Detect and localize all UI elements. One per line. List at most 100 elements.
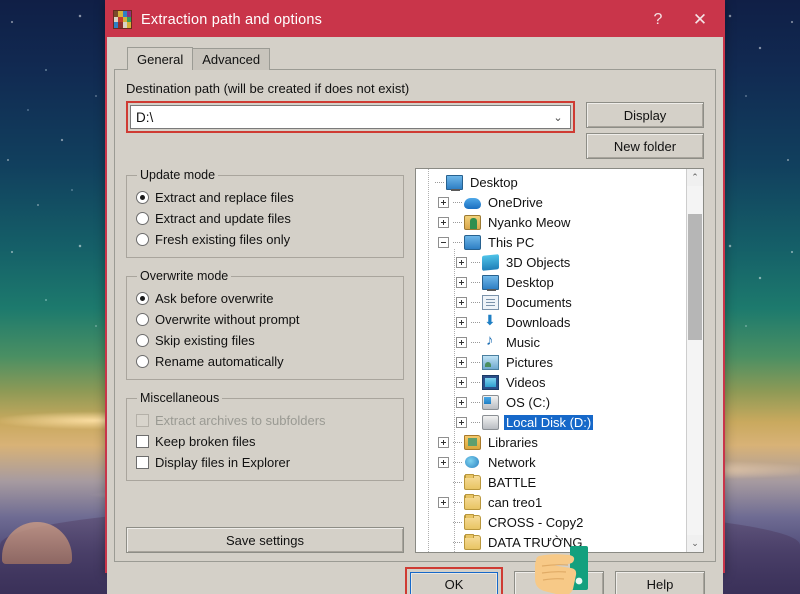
tree-item-desktop[interactable]: Desktop: [420, 272, 686, 292]
drive-windows-icon: [482, 394, 499, 410]
destination-path-combobox[interactable]: D:\ ⌄: [130, 105, 571, 129]
tree-item-libraries[interactable]: Libraries: [420, 432, 686, 452]
expand-plus-icon[interactable]: [438, 456, 449, 468]
option-label: Skip existing files: [155, 332, 255, 348]
tree-item-can-treo1[interactable]: can treo1: [420, 492, 686, 512]
tree-item-cross-copy2[interactable]: CROSS - Copy2: [420, 512, 686, 532]
tree-item-label: Videos: [506, 374, 546, 390]
drive-icon: [482, 414, 499, 430]
option-label: Display files in Explorer: [155, 454, 291, 470]
tree-item-data-tr-ng[interactable]: DATA TRƯỜNG: [420, 532, 686, 552]
expand-plus-icon[interactable]: [438, 196, 449, 208]
expand-plus-icon[interactable]: [456, 316, 467, 328]
collapse-minus-icon[interactable]: [438, 236, 449, 248]
expand-plus-icon[interactable]: [456, 336, 467, 348]
expand-plus-icon[interactable]: [456, 296, 467, 308]
scrollbar-track[interactable]: [687, 186, 703, 535]
scrollbar-thumb[interactable]: [688, 213, 702, 340]
expand-plus-icon[interactable]: [456, 396, 467, 408]
tree-item-onedrive[interactable]: OneDrive: [420, 192, 686, 212]
tree-connector-line: [453, 521, 462, 523]
checkbox-keep-broken-files[interactable]: Keep broken files: [136, 431, 394, 451]
tree-item-os-c[interactable]: OS (C:): [420, 392, 686, 412]
update-mode-group: Update mode Extract and replace files Ex…: [126, 168, 404, 258]
tree-item-label: OneDrive: [488, 194, 543, 210]
expand-plus-icon[interactable]: [456, 376, 467, 388]
expand-plus-icon[interactable]: [438, 496, 449, 508]
tree-item-downloads[interactable]: Downloads: [420, 312, 686, 332]
folder-tree-column: Desktop OneDrive Nyanko Meow This PC 3D Obje…: [415, 168, 704, 553]
expand-plus-icon[interactable]: [456, 356, 467, 368]
radio-extract-and-replace-files[interactable]: Extract and replace files: [136, 187, 394, 207]
expand-plus-icon[interactable]: [438, 436, 449, 448]
radio-extract-and-update-files[interactable]: Extract and update files: [136, 208, 394, 228]
help-titlebar-button[interactable]: ?: [637, 3, 679, 36]
close-icon[interactable]: ✕: [679, 3, 721, 36]
tree-item-music[interactable]: Music: [420, 332, 686, 352]
radio-indicator: [136, 354, 149, 368]
dialog-body: General Advanced Destination path (will …: [107, 37, 723, 594]
winrar-icon: [113, 10, 132, 29]
ok-button[interactable]: OK: [410, 572, 498, 594]
tree-connector-line: [471, 281, 480, 283]
tree-item-videos[interactable]: Videos: [420, 372, 686, 392]
tree-connector-line: [453, 241, 462, 243]
tree-item-label: DATA TRƯỜNG: [488, 534, 583, 550]
tree-connector-line: [453, 481, 462, 483]
tree-item-pictures[interactable]: Pictures: [420, 352, 686, 372]
new-folder-button[interactable]: New folder: [586, 133, 704, 159]
radio-overwrite-without-prompt[interactable]: Overwrite without prompt: [136, 309, 394, 329]
destination-path-input[interactable]: D:\: [136, 110, 546, 125]
display-button[interactable]: Display: [586, 102, 704, 128]
tree-connector-line: [453, 201, 462, 203]
tree-connector-line: [453, 441, 462, 443]
cancel-button[interactable]: Cancel: [514, 571, 604, 594]
expand-plus-icon[interactable]: [456, 416, 467, 428]
checkbox-display-files-in-explorer[interactable]: Display files in Explorer: [136, 452, 394, 472]
expand-plus-icon[interactable]: [456, 276, 467, 288]
tree-connector-line: [471, 421, 480, 423]
radio-indicator: [136, 291, 149, 305]
radio-fresh-existing-files-only[interactable]: Fresh existing files only: [136, 229, 394, 249]
tree-connector-line: [471, 301, 480, 303]
cloud-icon: [464, 197, 481, 209]
expand-plus-icon[interactable]: [456, 256, 467, 268]
tree-item-label: This PC: [488, 234, 535, 250]
option-label: Overwrite without prompt: [155, 311, 300, 327]
radio-ask-before-overwrite[interactable]: Ask before overwrite: [136, 288, 394, 308]
tree-item-documents[interactable]: Documents: [420, 292, 686, 312]
tree-item-network[interactable]: Network: [420, 452, 686, 472]
tree-item-label: Desktop: [470, 174, 518, 190]
tree-item-label: OS (C:): [506, 394, 551, 410]
tree-item-3d-objects[interactable]: 3D Objects: [420, 252, 686, 272]
miscellaneous-group: Miscellaneous Extract archives to subfol…: [126, 391, 404, 481]
tree-connector-line: [471, 401, 480, 403]
tree-item-this-pc[interactable]: This PC: [420, 232, 686, 252]
radio-indicator: [136, 190, 149, 204]
radio-indicator: [136, 211, 149, 225]
folder-tree[interactable]: Desktop OneDrive Nyanko Meow This PC 3D Obje…: [415, 168, 704, 553]
tab-advanced[interactable]: Advanced: [192, 48, 271, 70]
tree-item-nyanko-meow[interactable]: Nyanko Meow: [420, 212, 686, 232]
save-settings-button[interactable]: Save settings: [126, 527, 404, 553]
destination-highlight-box: D:\ ⌄: [126, 101, 575, 133]
chevron-down-icon[interactable]: ⌄: [546, 106, 570, 128]
scroll-up-icon[interactable]: ⌃: [687, 169, 703, 186]
tree-item-label: CROSS - Copy2: [488, 514, 584, 530]
radio-rename-automatically[interactable]: Rename automatically: [136, 351, 394, 371]
expand-plus-icon[interactable]: [438, 216, 449, 228]
tree-connector-line: [471, 361, 480, 363]
scroll-down-icon[interactable]: ⌄: [687, 535, 703, 552]
tab-general[interactable]: General: [127, 47, 194, 70]
tree-item-local-disk-d[interactable]: Local Disk (D:): [420, 412, 686, 432]
tree-vertical-scrollbar[interactable]: ⌃ ⌄: [686, 169, 703, 552]
option-label: Extract and replace files: [155, 189, 294, 205]
tree-item-desktop[interactable]: Desktop: [420, 172, 686, 192]
dialog-title: Extraction path and options: [141, 11, 323, 28]
checkbox-indicator: [136, 413, 149, 427]
tree-item-battle[interactable]: BATTLE: [420, 472, 686, 492]
radio-skip-existing-files[interactable]: Skip existing files: [136, 330, 394, 350]
tree-item-label: BATTLE: [488, 474, 537, 490]
help-button[interactable]: Help: [615, 571, 705, 594]
tree-item-label: Pictures: [506, 354, 553, 370]
